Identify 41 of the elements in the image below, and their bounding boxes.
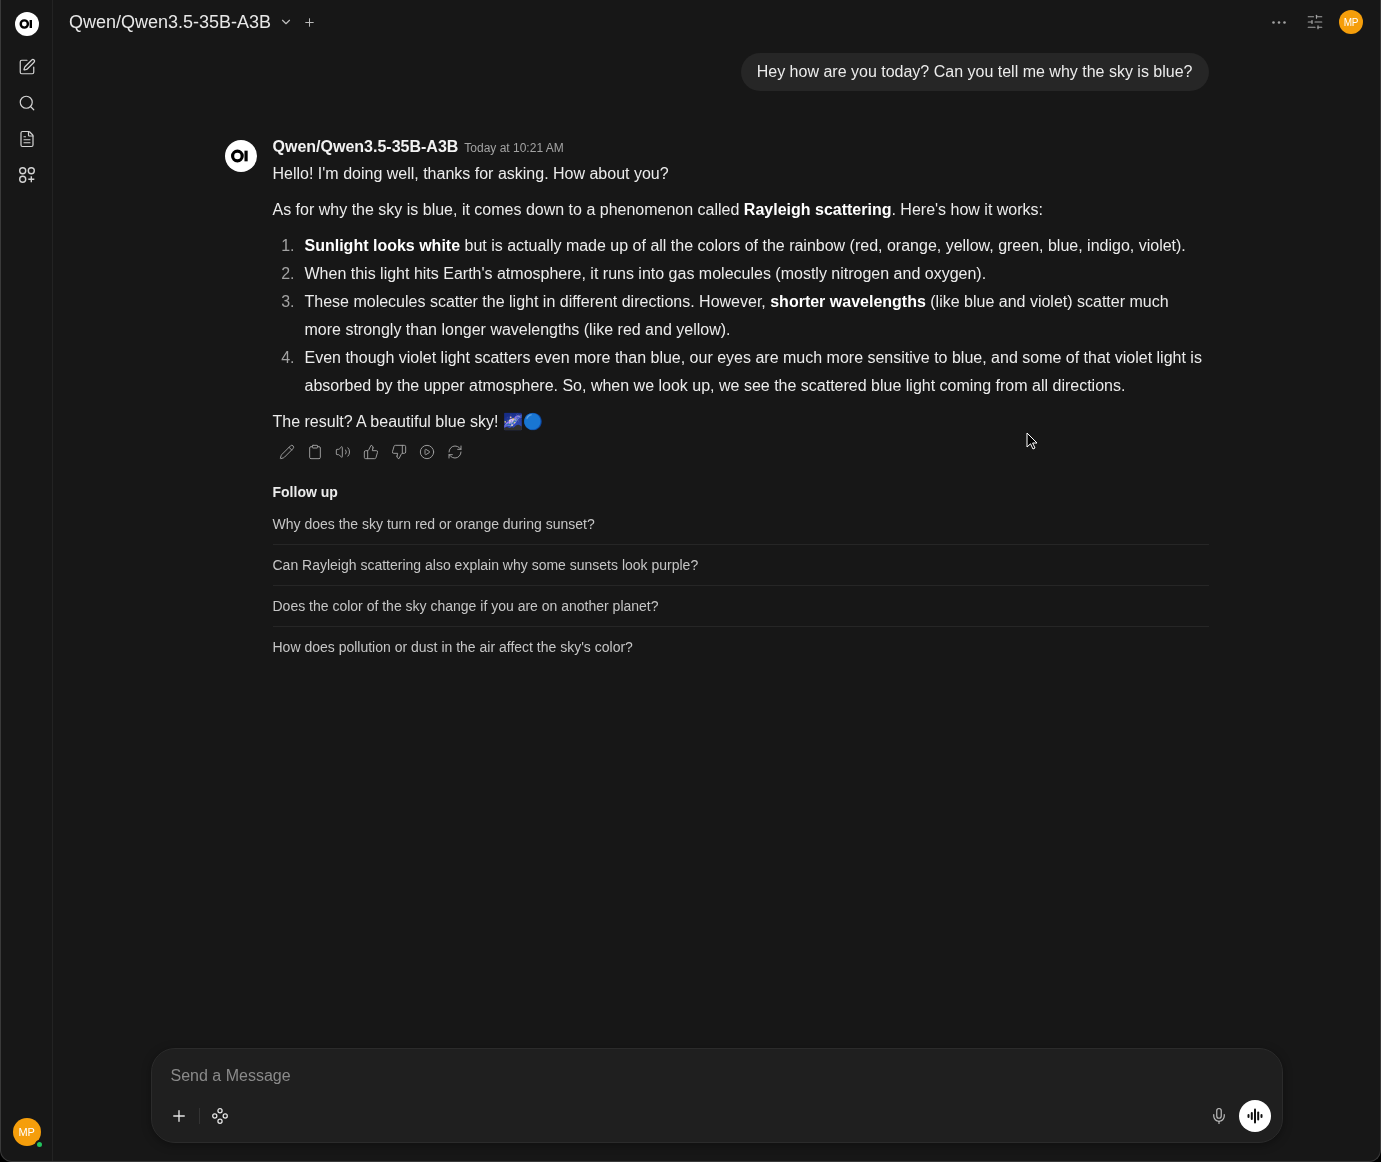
voice-mode-button[interactable] (1238, 1100, 1271, 1132)
model-selector-title[interactable]: Qwen/Qwen3.5-35B-A3B (69, 11, 272, 33)
list-number: 4. (280, 348, 295, 368)
list-item-text: These molecules scatter the light in different directions. However, shorter wavelengths (like blue and violet) scatter much more strongly than longer wavelengths (like red and yellow). (304, 292, 1170, 340)
follow-up-suggestion[interactable]: How does pollution or dust in the air affect the sky's color? (272, 627, 1209, 667)
list-item-text: When this light hits Earth's atmosphere, it runs into gas molecules (mostly nitrogen and oxygen). (304, 264, 988, 284)
thumbs-up-icon (362, 444, 379, 460)
follow-up-suggestion[interactable]: Can Rayleigh scattering also explain why some sunsets look purple? (272, 545, 1209, 586)
plus-icon (303, 15, 317, 29)
logo-icon[interactable] (14, 12, 39, 36)
pencil-icon (278, 444, 295, 460)
ellipsis-icon (1272, 20, 1286, 24)
clipboard-icon (306, 444, 323, 460)
search-icon (17, 94, 36, 112)
list-item-text: Even though violet light scatters even more than blue, our eyes are much more sensitive to blue, and some of that violet light is absorbed by the upper atmosphere. So, when we look up, we see the scattered blue light coming from all directions. (304, 348, 1203, 396)
message-paragraph: As for why the sky is blue, it comes down to a phenomenon called Rayleigh scattering. Here's how it works: (272, 200, 1044, 220)
document-icon (17, 130, 36, 148)
message-paragraph: Hello! I'm doing well, thanks for asking. How about you? (272, 164, 670, 184)
sliders-icon (1306, 13, 1324, 31)
list-item-text: Sunlight looks white but is actually made up of all the colors of the rainbow (red, orange, yellow, green, blue, indigo, violet). (304, 236, 1187, 256)
assistant-model-name: Qwen/Qwen3.5-35B-A3B (272, 138, 459, 156)
play-icon (418, 444, 435, 460)
integrations-icon (211, 1108, 228, 1124)
message-timestamp: Today at 10:21 AM (464, 141, 564, 155)
thumbs-down-icon (390, 444, 407, 460)
apps-icon (18, 167, 35, 183)
list-number: 2. (280, 264, 295, 284)
message-input[interactable]: Send a Message (164, 1064, 1271, 1088)
assistant-logo-icon (224, 140, 257, 172)
list-number: 1. (280, 236, 295, 256)
follow-up-suggestion[interactable]: Why does the sky turn red or orange during sunset? (272, 504, 1209, 545)
message-paragraph: The result? A beautiful blue sky! 🌌🔵 (272, 412, 544, 433)
mouse-cursor-icon (1026, 432, 1038, 450)
refresh-icon (446, 444, 463, 460)
follow-up-suggestion[interactable]: Does the color of the sky change if you are on another planet? (272, 586, 1209, 627)
list-number: 3. (280, 292, 295, 312)
follow-up-heading: Follow up (272, 483, 339, 502)
user-message-bubble: Hey how are you today? Can you tell me why the sky is blue? (740, 53, 1209, 91)
waveform-icon (1246, 1108, 1263, 1124)
speaker-icon (334, 444, 351, 460)
edit-icon (17, 58, 36, 76)
